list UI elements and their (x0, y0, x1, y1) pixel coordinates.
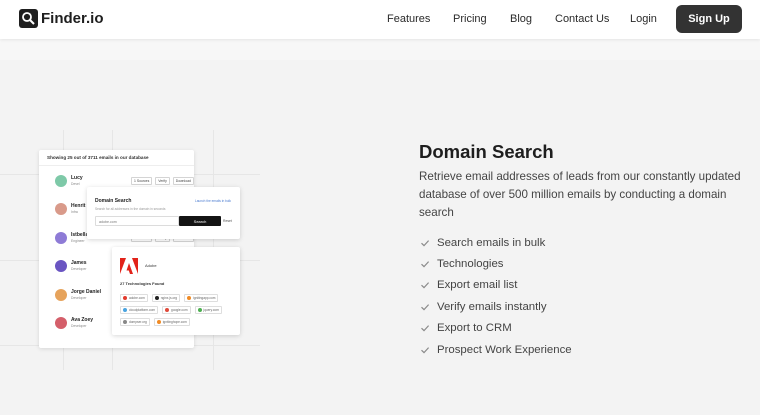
feature-list: Search emails in bulk Technologies Export … (420, 232, 572, 360)
feature-label: Export email list (437, 279, 518, 292)
section-description: Retrieve email addresses of leads from o… (419, 170, 741, 219)
domain-input[interactable]: adobe.com (95, 216, 179, 226)
person-name: Istbella (71, 232, 89, 238)
feature-item: Export to CRM (420, 318, 572, 339)
adobe-logo-icon (120, 258, 138, 274)
checkmark-icon (421, 346, 430, 354)
checkmark-icon (421, 261, 430, 268)
feature-item: Technologies (420, 253, 572, 274)
person-name: Jorge Daniel (71, 289, 102, 295)
company-name: Adobe (145, 263, 157, 268)
avatar (55, 232, 67, 244)
technology-chip[interactable]: cloudplatform.com (120, 306, 159, 314)
technologies-card: Adobe 27 Technologies Found adobe.com ngi… (112, 247, 240, 335)
technology-label: ignitingapp.com (193, 296, 216, 300)
technology-icon (165, 308, 170, 312)
feature-label: Export to CRM (437, 322, 512, 335)
avatar (55, 317, 67, 329)
technology-icon (154, 296, 159, 300)
person-role: Infra (71, 210, 78, 214)
technology-chip[interactable]: ignitinghope.com (153, 318, 190, 326)
technology-row: adobe.com nginx.js.org ignitingapp.com (120, 294, 219, 302)
domain-search-card-subtitle: Search for all addresses in the domain i… (95, 207, 166, 211)
feature-item: Prospect Work Experience (420, 339, 572, 360)
product-illustration: Showing 25 out of 3711 emails in our dat… (0, 0, 400, 415)
feature-item: Export email list (420, 275, 572, 296)
reset-link[interactable]: Reset (223, 219, 232, 223)
nav-link-pricing[interactable]: Pricing (453, 13, 487, 25)
technology-chip[interactable]: dompser.org (120, 318, 150, 326)
email-list-title: Showing 25 out of 3711 emails in our dat… (47, 155, 149, 160)
technology-label: dompser.org (129, 320, 147, 324)
feature-label: Verify emails instantly (437, 300, 547, 313)
technology-chip[interactable]: nginx.js.org (151, 294, 181, 302)
checkmark-icon (421, 239, 430, 247)
technology-icon (123, 296, 127, 300)
divider (39, 165, 194, 166)
person-role: Devel (71, 182, 80, 186)
nav-link-contact-us[interactable]: Contact Us (555, 13, 609, 25)
technology-icon (197, 308, 202, 312)
technology-icon (187, 296, 192, 300)
feature-item: Search emails in bulk (420, 232, 572, 253)
technologies-count: 27 Technologies Found (120, 281, 165, 286)
technology-icon (123, 320, 127, 324)
technology-label: google.com (171, 308, 188, 312)
action-chip[interactable]: 1 Sources (131, 177, 153, 185)
person-role: Engineer (71, 239, 85, 243)
feature-label: Technologies (437, 258, 504, 271)
feature-label: Prospect Work Experience (437, 343, 572, 356)
technology-row: dompser.org ignitinghope.com (120, 318, 190, 326)
person-name: Ava Zoey (71, 317, 94, 323)
checkmark-icon (421, 282, 430, 289)
technology-chip[interactable]: adobe.com (120, 294, 148, 302)
avatar (55, 203, 67, 215)
domain-search-card-title: Domain Search (95, 198, 132, 204)
person-name: James (71, 260, 87, 266)
checkmark-icon (421, 304, 430, 311)
technology-icon (156, 320, 161, 324)
technology-label: nginx.js.org (160, 296, 178, 300)
technology-label: jquery.com (203, 308, 219, 312)
search-button[interactable]: Search (179, 216, 221, 226)
feature-label: Search emails in bulk (437, 236, 546, 249)
technology-chip[interactable]: jquery.com (194, 306, 222, 314)
person-name: Henrit (71, 203, 86, 209)
person-role: Developer (71, 324, 87, 328)
person-actions: 1 SourcesVerifyDownload (131, 177, 194, 185)
avatar (55, 175, 67, 187)
technology-chip[interactable]: ignitingapp.com (184, 294, 219, 302)
domain-search-card: Domain Search Launch the emails in bulk … (87, 187, 240, 239)
technology-label: adobe.com (129, 296, 145, 300)
action-chip[interactable]: Download (172, 177, 194, 185)
technology-row: cloudplatform.com google.com jquery.com (120, 306, 222, 314)
technology-label: ignitinghope.com (162, 320, 187, 324)
section-heading: Domain Search (419, 141, 554, 162)
action-chip[interactable]: Verify (155, 177, 170, 185)
nav-link-login[interactable]: Login (630, 13, 657, 25)
technology-icon (123, 308, 127, 312)
sign-up-button[interactable]: Sign Up (676, 5, 742, 33)
person-name: Lucy (71, 175, 83, 181)
avatar (55, 289, 67, 301)
person-role: Developer (71, 296, 87, 300)
bulk-launch-link[interactable]: Launch the emails in bulk (195, 199, 231, 203)
person-role: Developer (71, 267, 87, 271)
checkmark-icon (421, 325, 430, 332)
avatar (55, 260, 67, 272)
technology-label: cloudplatform.com (129, 308, 156, 312)
feature-item: Verify emails instantly (420, 296, 572, 317)
nav-link-blog[interactable]: Blog (510, 13, 532, 25)
technology-chip[interactable]: google.com (162, 306, 191, 314)
